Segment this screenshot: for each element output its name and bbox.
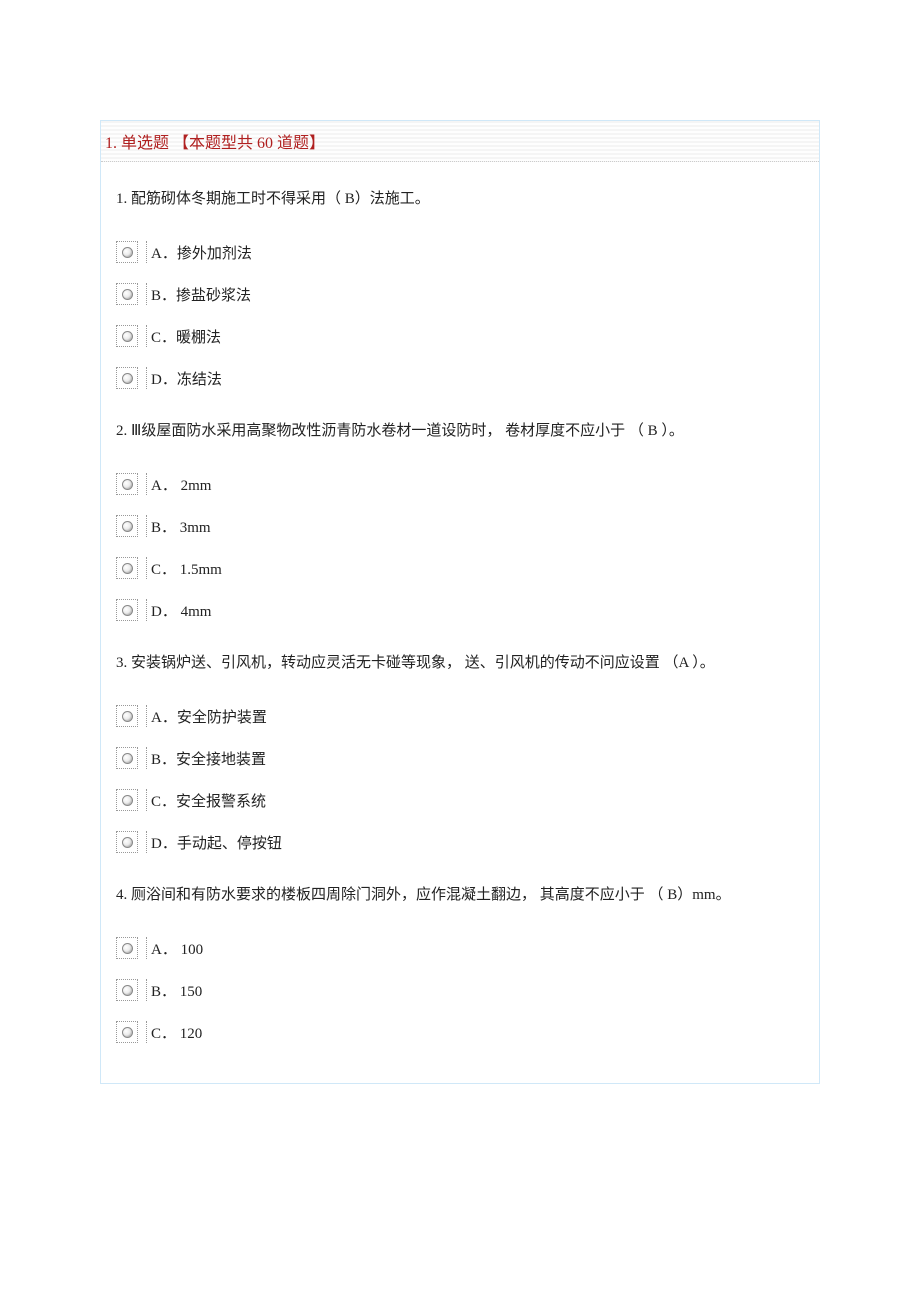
radio-button[interactable] (116, 473, 138, 495)
option-label: A．安全防护装置 (151, 706, 267, 727)
radio-inner-icon (122, 247, 133, 258)
question-block: 1. 配筋砌体冬期施工时不得采用（ B）法施工。 A．掺外加剂法 B．掺盐砂浆法… (116, 187, 804, 389)
divider-icon (146, 747, 147, 769)
question-text: 1. 配筋砌体冬期施工时不得采用（ B）法施工。 (116, 187, 804, 211)
divider-icon (146, 1021, 147, 1043)
radio-inner-icon (122, 837, 133, 848)
option-row: B．掺盐砂浆法 (116, 283, 804, 305)
radio-button[interactable] (116, 515, 138, 537)
radio-button[interactable] (116, 557, 138, 579)
section-header: 1. 单选题 【本题型共 60 道题】 (101, 120, 819, 162)
option-label: D．冻结法 (151, 368, 222, 389)
radio-button[interactable] (116, 1021, 138, 1043)
divider-icon (146, 283, 147, 305)
divider-icon (146, 937, 147, 959)
radio-inner-icon (122, 289, 133, 300)
divider-icon (146, 515, 147, 537)
question-block: 3. 安装锅炉送、引风机，转动应灵活无卡碰等现象， 送、引风机的传动不问应设置 … (116, 651, 804, 853)
page-container: 1. 单选题 【本题型共 60 道题】 1. 配筋砌体冬期施工时不得采用（ B）… (100, 120, 820, 1084)
option-row: D．手动起、停按钮 (116, 831, 804, 853)
option-row: A． 2mm (116, 473, 804, 495)
radio-inner-icon (122, 985, 133, 996)
radio-inner-icon (122, 711, 133, 722)
option-label: B． 150 (151, 980, 202, 1001)
radio-button[interactable] (116, 325, 138, 347)
radio-inner-icon (122, 563, 133, 574)
radio-button[interactable] (116, 283, 138, 305)
divider-icon (146, 979, 147, 1001)
option-row: A．安全防护装置 (116, 705, 804, 727)
option-row: D．冻结法 (116, 367, 804, 389)
option-label: C．安全报警系统 (151, 790, 266, 811)
question-text: 2. Ⅲ级屋面防水采用高聚物改性沥青防水卷材一道设防时， 卷材厚度不应小于 （ … (116, 419, 804, 443)
divider-icon (146, 599, 147, 621)
option-label: B．掺盐砂浆法 (151, 284, 251, 305)
radio-inner-icon (122, 753, 133, 764)
option-row: A．掺外加剂法 (116, 241, 804, 263)
radio-button[interactable] (116, 979, 138, 1001)
radio-inner-icon (122, 479, 133, 490)
option-label: B． 3mm (151, 516, 211, 537)
option-label: C．暖棚法 (151, 326, 221, 347)
radio-button[interactable] (116, 599, 138, 621)
radio-button[interactable] (116, 705, 138, 727)
option-row: C．暖棚法 (116, 325, 804, 347)
radio-button[interactable] (116, 367, 138, 389)
option-label: A． 2mm (151, 474, 211, 495)
radio-button[interactable] (116, 831, 138, 853)
option-label: A．掺外加剂法 (151, 242, 252, 263)
radio-inner-icon (122, 331, 133, 342)
question-block: 2. Ⅲ级屋面防水采用高聚物改性沥青防水卷材一道设防时， 卷材厚度不应小于 （ … (116, 419, 804, 621)
radio-button[interactable] (116, 937, 138, 959)
divider-icon (146, 473, 147, 495)
option-row: B． 150 (116, 979, 804, 1001)
option-row: C．安全报警系统 (116, 789, 804, 811)
option-row: A． 100 (116, 937, 804, 959)
option-label: D． 4mm (151, 600, 211, 621)
radio-inner-icon (122, 943, 133, 954)
option-row: C． 1.5mm (116, 557, 804, 579)
option-label: B．安全接地装置 (151, 748, 266, 769)
radio-inner-icon (122, 795, 133, 806)
option-label: D．手动起、停按钮 (151, 832, 282, 853)
divider-icon (146, 789, 147, 811)
radio-button[interactable] (116, 241, 138, 263)
divider-icon (146, 325, 147, 347)
option-label: C． 120 (151, 1022, 202, 1043)
divider-icon (146, 367, 147, 389)
radio-inner-icon (122, 373, 133, 384)
question-text: 4. 厕浴间和有防水要求的楼板四周除门洞外，应作混凝土翻边， 其高度不应小于 （… (116, 883, 804, 907)
radio-inner-icon (122, 1027, 133, 1038)
option-row: B． 3mm (116, 515, 804, 537)
divider-icon (146, 241, 147, 263)
radio-button[interactable] (116, 789, 138, 811)
divider-icon (146, 557, 147, 579)
radio-inner-icon (122, 521, 133, 532)
option-row: D． 4mm (116, 599, 804, 621)
divider-icon (146, 705, 147, 727)
divider-icon (146, 831, 147, 853)
question-block: 4. 厕浴间和有防水要求的楼板四周除门洞外，应作混凝土翻边， 其高度不应小于 （… (116, 883, 804, 1043)
question-text: 3. 安装锅炉送、引风机，转动应灵活无卡碰等现象， 送、引风机的传动不问应设置 … (116, 651, 804, 675)
section-header-text: 1. 单选题 【本题型共 60 道题】 (105, 135, 325, 152)
radio-inner-icon (122, 605, 133, 616)
option-label: A． 100 (151, 938, 203, 959)
option-row: B．安全接地装置 (116, 747, 804, 769)
radio-button[interactable] (116, 747, 138, 769)
option-label: C． 1.5mm (151, 558, 222, 579)
option-row: C． 120 (116, 1021, 804, 1043)
